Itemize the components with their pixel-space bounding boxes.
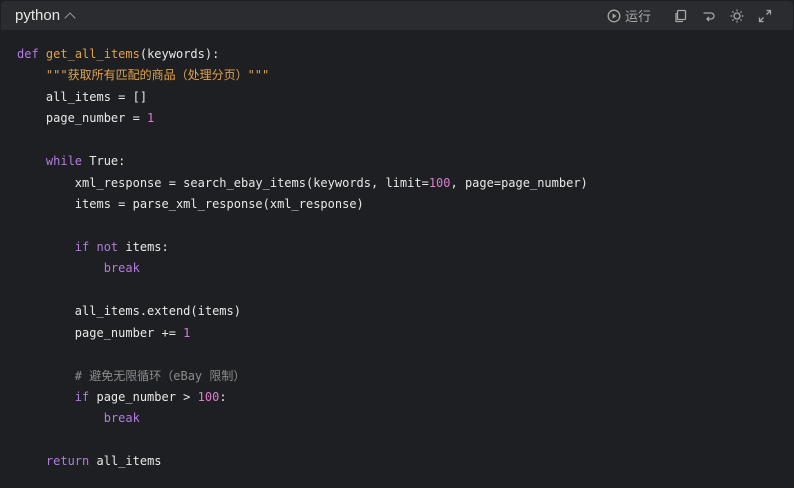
code-token: # 避免无限循环（eBay 限制） [74,368,246,383]
code-token: items = parse_xml_response(xml_response) [17,197,364,212]
copy-button[interactable] [667,5,695,27]
code-token: get_all_items [45,47,140,61]
code-line: items = parse_xml_response(xml_response) [17,194,777,215]
code-token: (keywords): [139,47,220,61]
wrap-arrow-icon [703,11,715,21]
code-token: if [74,239,90,254]
code-line: # 避免无限循环（eBay 限制） [17,366,777,387]
copy-icon [675,9,687,22]
code-line: return all_items [17,451,777,472]
code-content: def get_all_items(keywords): """获取所有匹配的商… [1,30,793,473]
code-line: """获取所有匹配的商品（处理分页）""" [17,65,777,86]
code-line: all_items.extend(items) [17,301,777,322]
theme-button[interactable] [723,5,751,27]
code-line: def get_all_items(keywords): [17,44,777,65]
code-line: page_number = 1 [17,108,777,129]
wrap-button[interactable] [695,5,723,27]
code-token: """获取所有匹配的商品（处理分页）""" [45,68,270,83]
code-token: return [45,454,90,469]
code-token: all_items.extend(items) [17,304,241,319]
run-button[interactable]: 运行 [607,6,651,25]
code-token: items: [118,239,169,254]
code-token: 100 [428,175,451,190]
code-line: page_number += 1 [17,323,777,344]
code-block: python 运行 def get_all_items(keywords): "… [1,1,793,487]
code-line: if not items: [17,237,777,258]
chevron-up-icon[interactable] [64,11,76,24]
code-line: break [17,258,777,279]
code-token: xml_response = search_ebay_items(keyword… [17,175,429,190]
code-token: if [74,390,90,404]
code-token: page_number = [17,111,148,126]
run-label: 运行 [624,10,651,25]
code-token: break [103,261,140,276]
code-token: page_number > [89,390,198,404]
code-token: : [219,390,227,404]
code-token: all_items [89,454,162,469]
code-token: break [103,411,140,426]
expand-button[interactable] [751,5,779,27]
code-line: break [17,408,777,429]
code-token: not [96,239,119,254]
code-token: all_items = [] [17,89,148,104]
expand-icon [758,9,772,22]
code-token: def [17,47,39,61]
code-token: 1 [183,325,191,340]
code-block-header: python 运行 [1,1,793,30]
code-token: , page=page_number) [450,175,588,190]
code-token: page_number += [17,325,184,340]
code-token: 100 [197,390,220,404]
language-selector[interactable]: python [15,7,76,24]
code-token: while [45,154,83,169]
code-line: if page_number > 100: [17,387,777,408]
toolbar: 运行 [607,5,779,27]
code-line: all_items = [] [17,87,777,108]
sun-icon [730,9,744,22]
code-line: xml_response = search_ebay_items(keyword… [17,173,777,194]
code-token: True: [82,154,126,169]
code-token: 1 [147,111,155,126]
code-line: while True: [17,151,777,172]
play-circle-icon [607,9,621,22]
language-label: python [15,7,61,24]
